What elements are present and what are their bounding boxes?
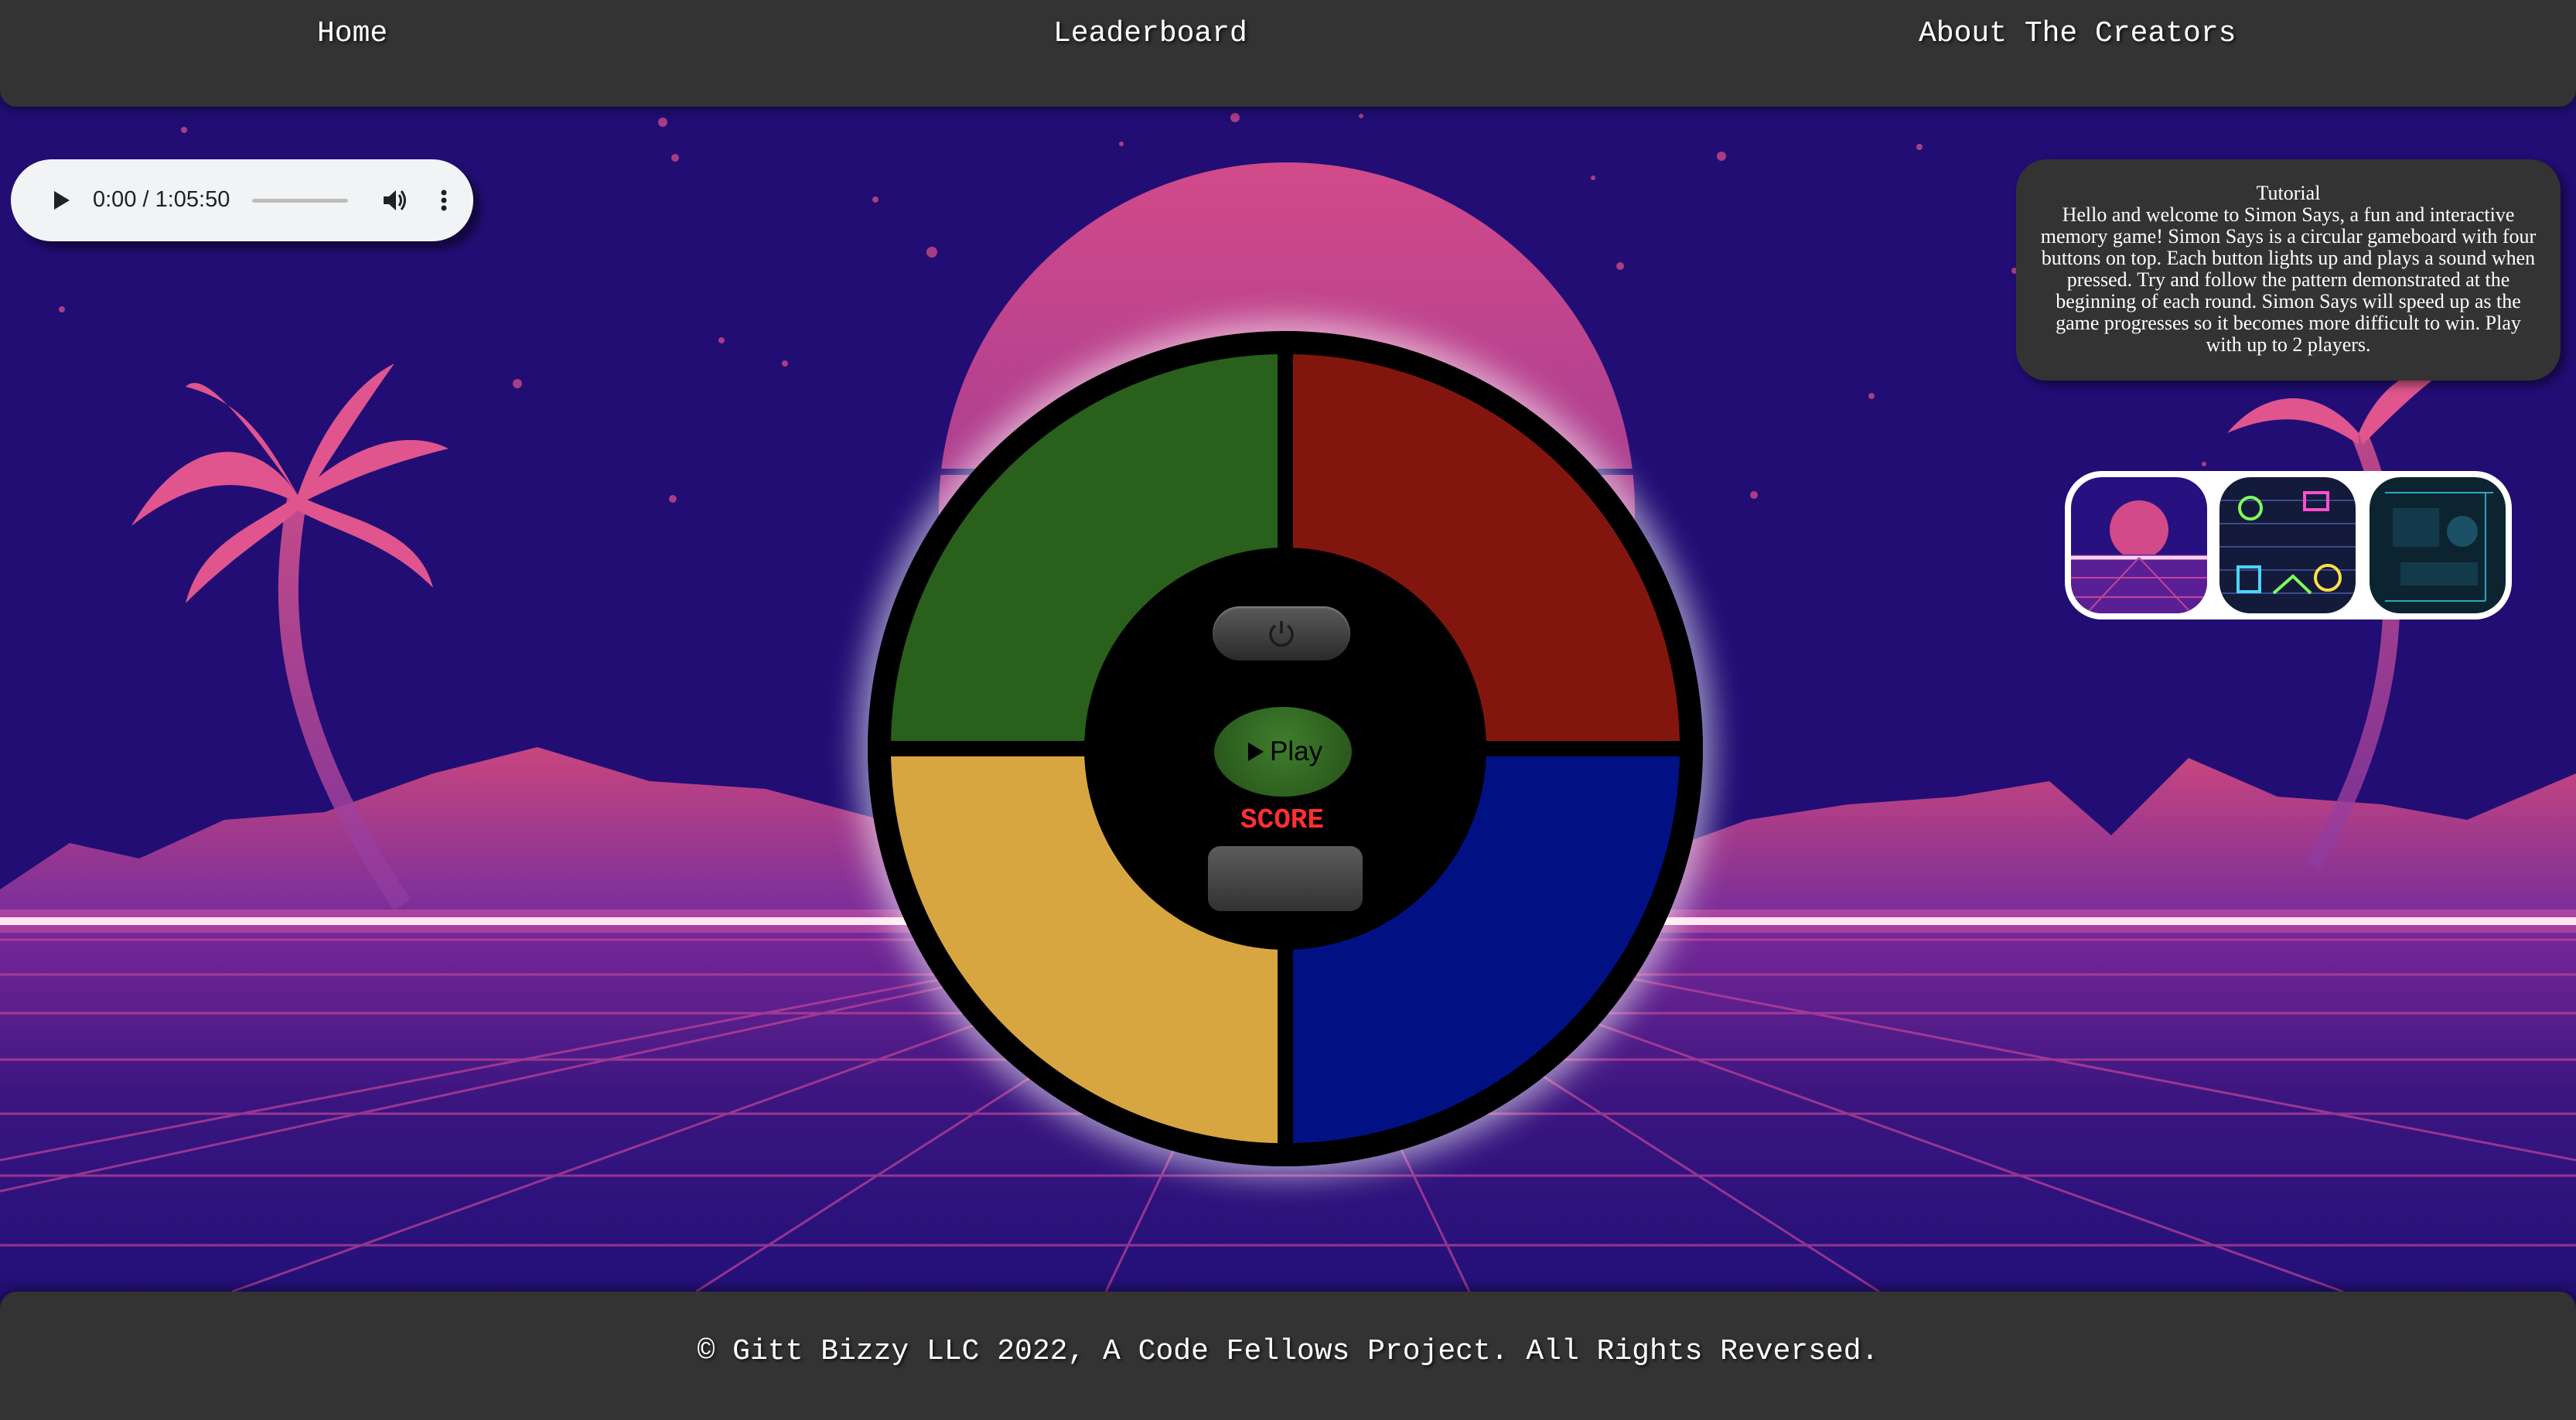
tutorial-body: Hello and welcome to Simon Says, a fun a… [2040,203,2537,356]
top-nav: Home Leaderboard About The Creators [0,0,2576,107]
audio-seek-bar[interactable] [252,199,348,203]
play-icon[interactable] [45,185,76,216]
play-button[interactable]: Play [1214,707,1352,797]
theme-circuit-board[interactable] [2370,477,2506,613]
power-icon [1269,621,1294,647]
play-triangle-icon [1248,742,1264,761]
theme-neon-doodle[interactable] [2219,477,2356,613]
play-button-label: Play [1270,736,1323,766]
nav-about-link[interactable]: About The Creators [1919,17,2236,50]
footer: © Gitt Bizzy LLC 2022, A Code Fellows Pr… [0,1292,2576,1420]
tutorial-title: Tutorial [2256,182,2321,204]
power-button[interactable] [1213,606,1350,661]
simon-gameboard: Play SCORE [868,331,1703,1166]
theme-synthwave-sunset[interactable] [2071,477,2207,613]
volume-icon[interactable] [379,185,410,216]
tutorial-panel: Tutorial Hello and welcome to Simon Says… [2016,159,2561,381]
score-label: SCORE [1240,804,1325,836]
circuit-board-thumbnail-icon [2370,477,2506,613]
footer-copyright: © Gitt Bizzy LLC 2022, A Code Fellows Pr… [697,1335,1879,1368]
audio-time-display: 0:00 / 1:05:50 [93,187,230,212]
neon-doodle-thumbnail-icon [2219,477,2356,613]
theme-selector [2065,471,2512,620]
score-display [1208,846,1363,911]
nav-home-link[interactable]: Home [317,17,387,50]
synthwave-thumbnail-icon [2071,477,2207,613]
audio-player: 0:00 / 1:05:50 [11,159,473,241]
nav-leaderboard-link[interactable]: Leaderboard [1053,17,1247,50]
more-options-icon[interactable] [428,185,459,216]
